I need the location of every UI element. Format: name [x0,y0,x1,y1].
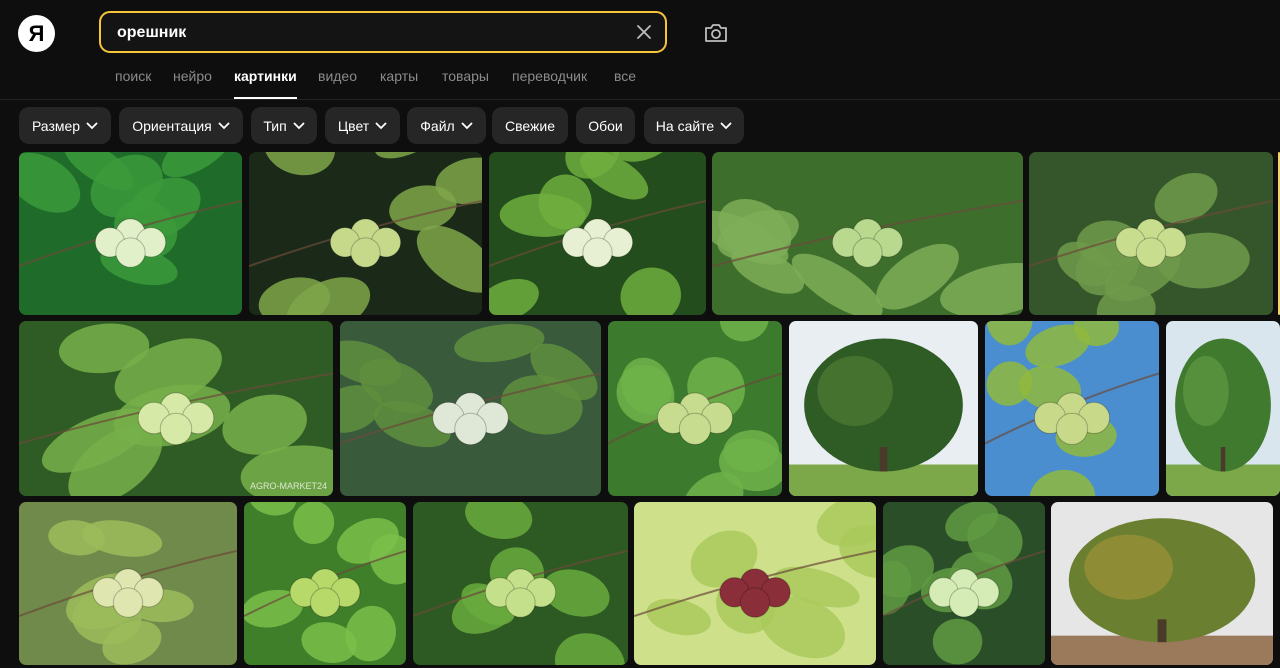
hazel-photo-graphic [249,152,482,315]
filter-button-0[interactable]: Размер [19,107,111,144]
image-result[interactable] [883,502,1045,665]
tab-7[interactable]: все [614,68,636,84]
hazel-photo-graphic [1166,321,1280,496]
hazel-photo-graphic [608,321,782,496]
filter-label: Обои [588,117,623,134]
clear-icon[interactable] [635,23,653,41]
chevron-down-icon [218,122,230,129]
hazel-photo-graphic [19,152,242,315]
image-result[interactable]: AGRO-MARKET24 [19,321,333,496]
image-result[interactable] [712,152,1023,315]
hazel-photo-graphic [789,321,978,496]
tab-2[interactable]: картинки [234,68,297,99]
chevron-down-icon [86,122,98,129]
image-result[interactable] [1166,321,1280,496]
yandex-logo[interactable]: Я [18,15,55,52]
hazel-photo-graphic [489,152,706,315]
chevron-down-icon [375,122,387,129]
image-watermark: AGRO-MARKET24 [249,481,327,491]
filter-button-6[interactable]: Обои [576,107,635,144]
hazel-photo-graphic [340,321,601,496]
image-result[interactable] [608,321,782,496]
image-result[interactable] [985,321,1159,496]
chevron-down-icon [461,122,473,129]
hazel-photo-graphic [19,321,333,496]
image-result[interactable] [489,152,706,315]
filter-label: Тип [263,117,287,134]
filter-button-3[interactable]: Цвет [325,107,400,144]
search-box[interactable] [99,11,667,53]
filter-button-1[interactable]: Ориентация [119,107,243,144]
filter-button-5[interactable]: Свежие [492,107,568,144]
header-divider [0,99,1280,100]
tab-3[interactable]: видео [318,68,357,84]
hazel-photo-graphic [1029,152,1273,315]
tab-0[interactable]: поиск [115,68,151,84]
image-result[interactable] [19,502,237,665]
search-input[interactable] [115,21,619,45]
filter-label: На сайте [655,117,715,134]
filter-button-4[interactable]: Файл [407,107,486,144]
image-result[interactable] [413,502,628,665]
filter-label: Ориентация [132,117,212,134]
hazel-photo-graphic [413,502,628,665]
image-result[interactable] [1051,502,1273,665]
tab-6[interactable]: переводчик [512,68,587,84]
filter-label: Цвет [337,117,370,134]
image-result[interactable] [249,152,482,315]
hazel-photo-graphic [1051,502,1273,665]
camera-icon[interactable] [703,21,729,45]
filter-label: Свежие [505,117,555,134]
image-result[interactable] [340,321,601,496]
image-result[interactable] [19,152,242,315]
image-result[interactable] [1029,152,1273,315]
hazel-photo-graphic [883,502,1045,665]
hazel-photo-graphic [19,502,237,665]
hazel-photo-graphic [244,502,406,665]
image-result[interactable] [634,502,876,665]
hazel-photo-graphic [985,321,1159,496]
tab-4[interactable]: карты [380,68,418,84]
filter-label: Файл [420,117,455,134]
image-result[interactable] [244,502,406,665]
filter-button-2[interactable]: Тип [251,107,317,144]
hazel-photo-graphic [634,502,876,665]
filter-button-7[interactable]: На сайте [644,107,744,144]
logo-letter: Я [28,20,45,46]
hazel-photo-graphic [712,152,1023,315]
chevron-down-icon [293,122,305,129]
tab-1[interactable]: нейро [173,68,212,84]
image-result[interactable] [789,321,978,496]
filter-label: Размер [31,117,81,134]
tab-5[interactable]: товары [442,68,489,84]
chevron-down-icon [720,122,732,129]
